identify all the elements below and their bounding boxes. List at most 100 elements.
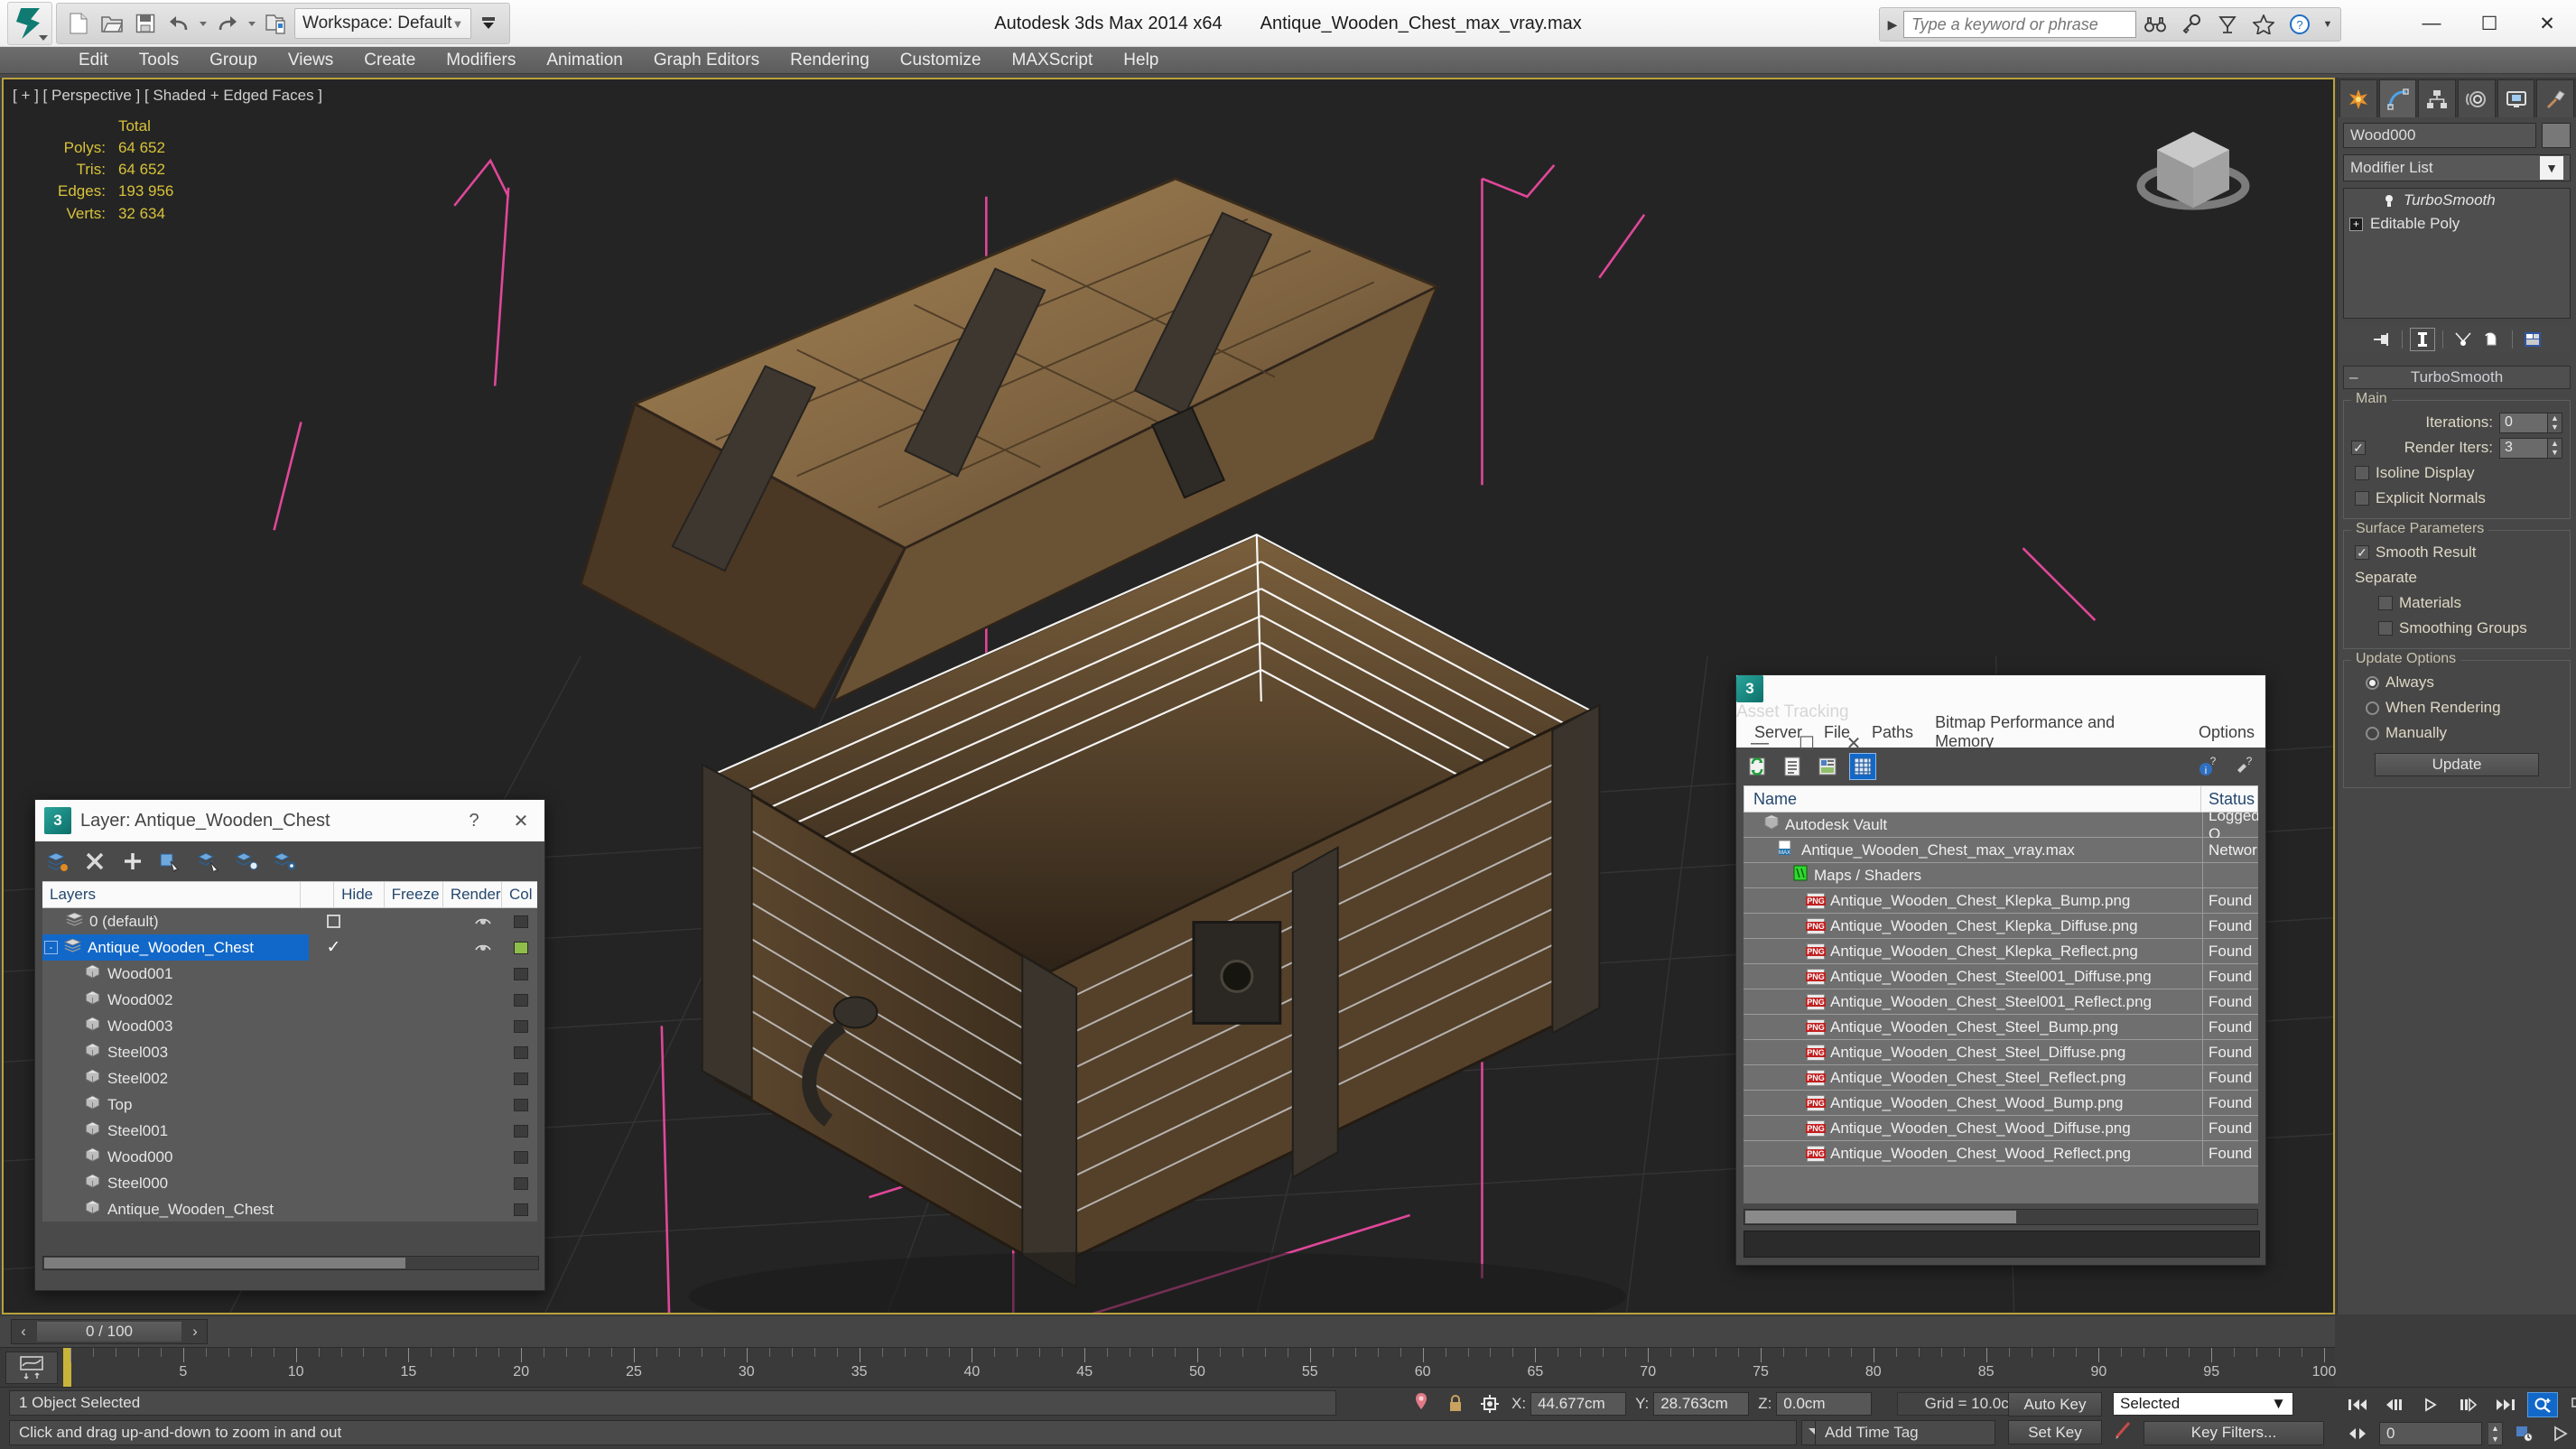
layer-color-swatch[interactable] [507,1065,535,1091]
smooth-result-row[interactable]: ✓ Smooth Result [2351,540,2562,565]
y-coordinate-value[interactable]: 28.763cm [1653,1392,1750,1416]
asset-row[interactable]: MAX Antique_Wooden_Chest_max_vray.max Netw… [1744,837,2258,863]
layer-freeze-cell[interactable] [408,961,458,987]
layer-render-cell[interactable] [458,1196,507,1221]
frame-ruler[interactable]: 5 10 15 20 25 30 35 40 45 50 55 60 65 70 75 80 85 90 95 100 [63,1348,2336,1388]
refresh-icon[interactable] [1744,753,1771,780]
object-name-field[interactable]: Wood000 [2343,123,2536,148]
menu-item-views[interactable]: Views [273,47,349,74]
new-file-icon[interactable] [63,8,94,39]
open-file-icon[interactable] [97,8,127,39]
asset-row[interactable]: PNG Antique_Wooden_Chest_Steel_Bump.png Fo… [1744,1014,2258,1040]
asset-name-cell[interactable]: MAX Antique_Wooden_Chest_max_vray.max [1744,840,2202,860]
viewport-label[interactable]: [ + ] [ Perspective ] [ Shaded + Edged F… [13,87,322,105]
layer-name-cell[interactable]: Wood000 [42,1144,309,1170]
workspace-selector[interactable]: Workspace: Default ▼ [294,8,472,39]
layer-name-cell[interactable]: Antique_Wooden_Chest [42,1196,309,1221]
layer-close-button[interactable]: ✕ [498,800,544,841]
layer-select-cell[interactable] [309,1118,358,1144]
layer-name-cell[interactable]: Steel000 [42,1170,309,1196]
layer-select-cell[interactable] [309,1144,358,1170]
asset-row[interactable]: PNG Antique_Wooden_Chest_Wood_Bump.png Fou… [1744,1090,2258,1116]
search-expand-icon[interactable]: ▶ [1883,17,1902,33]
column-freeze[interactable]: Freeze [385,882,443,907]
next-frame-arrow-icon[interactable]: › [183,1323,207,1341]
render-iters-value[interactable]: 3 [2499,437,2548,459]
lock-icon[interactable] [1443,1391,1468,1416]
chevron-down-icon[interactable]: ▼ [2540,156,2563,180]
help-new-icon[interactable]: i? [2195,753,2222,780]
menu-item-tools[interactable]: Tools [124,47,194,74]
layer-freeze-cell[interactable] [408,908,458,934]
utilities-tab[interactable] [2536,79,2575,117]
menu-item-edit[interactable]: Edit [63,47,124,74]
layer-color-swatch[interactable] [507,1039,535,1065]
layer-row[interactable]: 0 (default) [42,908,537,934]
asset-row[interactable]: PNG Antique_Wooden_Chest_Wood_Diffuse.png… [1744,1115,2258,1141]
layer-render-cell[interactable] [458,1065,507,1091]
render-iters-spinner[interactable]: 3 ▲ ▼ [2499,437,2562,459]
stack-item-turbosmooth[interactable]: TurboSmooth [2344,189,2570,212]
layer-row[interactable]: Top [42,1091,537,1118]
layer-hide-cell[interactable] [358,1170,408,1196]
menu-item-graph-editors[interactable]: Graph Editors [638,47,775,74]
asset-name-cell[interactable]: PNG Antique_Wooden_Chest_Steel_Diffuse.pn… [1744,1044,2202,1062]
layer-name-cell[interactable]: Steel003 [42,1039,309,1065]
smooth-result-checkbox[interactable]: ✓ [2355,545,2369,560]
workspace-more-button[interactable] [474,8,503,39]
layer-render-cell[interactable] [458,1091,507,1118]
layer-horizontal-scrollbar[interactable] [42,1256,539,1270]
layer-color-swatch[interactable] [507,987,535,1013]
layer-freeze-cell[interactable] [408,1065,458,1091]
menu-item-group[interactable]: Group [194,47,273,74]
asset-row[interactable]: PNG Antique_Wooden_Chest_Steel_Reflect.pn… [1744,1064,2258,1091]
detail-view-icon[interactable] [1814,753,1841,780]
set-key-button[interactable]: Set Key [2008,1420,2102,1444]
smoothing-groups-checkbox[interactable] [2378,621,2393,636]
layer-row[interactable]: - Antique_Wooden_Chest ✓ [42,934,537,961]
asset-name-cell[interactable]: PNG Antique_Wooden_Chest_Klepka_Reflect.p… [1744,943,2202,961]
track-bar[interactable]: 5 10 15 20 25 30 35 40 45 50 55 60 65 70 75 80 85 90 95 100 [0,1347,2336,1388]
layer-freeze-cell[interactable] [408,1118,458,1144]
asset-row[interactable]: PNG Antique_Wooden_Chest_Steel_Diffuse.pn… [1744,1039,2258,1065]
search-input[interactable] [1903,11,2136,38]
chevron-down-icon[interactable]: ▼ [2271,1395,2286,1413]
radio-icon[interactable] [2366,726,2379,740]
layer-help-button[interactable]: ? [451,800,498,841]
explicit-normals-row[interactable]: Explicit Normals [2351,486,2562,511]
layer-render-cell[interactable] [458,1170,507,1196]
previous-frame-arrow-icon[interactable]: ‹ [12,1323,35,1341]
time-config-icon[interactable] [2509,1421,2540,1446]
x-coordinate[interactable]: X: 44.677cm [1511,1392,1627,1416]
asset-name-cell[interactable]: PNG Antique_Wooden_Chest_Wood_Bump.png [1744,1094,2202,1112]
layer-select-cell[interactable] [309,1039,358,1065]
layer-render-cell[interactable] [458,1118,507,1144]
highlight-selected-objects-icon[interactable] [234,849,259,874]
time-slider[interactable]: ‹ 0 / 100 › [0,1316,2335,1347]
update-option-when-rendering[interactable]: When Rendering [2351,695,2562,720]
iterations-spinner[interactable]: 0 ▲ ▼ [2499,412,2562,433]
asset-row[interactable]: PNG Antique_Wooden_Chest_Wood_Reflect.png… [1744,1140,2258,1166]
layer-list[interactable]: 0 (default) - Antique_Wooden_Chest ✓ Wood001… [42,908,537,1221]
layer-hide-cell[interactable] [358,1013,408,1039]
show-end-result-icon[interactable] [2409,328,2435,351]
go-to-end-icon[interactable] [2490,1392,2521,1417]
layer-name-cell[interactable]: Steel002 [42,1065,309,1091]
layer-render-cell[interactable] [458,1013,507,1039]
asset-list[interactable]: Autodesk Vault Logged O MAX Antique_Wooden_… [1744,813,2258,1203]
collapse-icon[interactable]: - [44,941,58,954]
layer-render-cell[interactable] [458,1039,507,1065]
layer-select-cell[interactable] [309,1013,358,1039]
y-coordinate[interactable]: Y: 28.763cm [1635,1392,1750,1416]
layer-freeze-cell[interactable] [408,1196,458,1221]
current-frame-field[interactable]: 0 [2379,1422,2482,1445]
layer-name-cell[interactable]: Top [42,1091,309,1118]
spinner-arrows-icon[interactable]: ▲ ▼ [2548,437,2562,459]
layer-color-swatch[interactable] [507,934,535,961]
key-icon[interactable] [2174,10,2209,39]
layer-color-swatch[interactable] [507,1091,535,1118]
object-color-swatch[interactable] [2542,123,2571,148]
asset-name-cell[interactable]: PNG Antique_Wooden_Chest_Steel001_Diffuse… [1744,968,2202,986]
layer-hide-cell[interactable] [358,1144,408,1170]
redo-dropdown-icon[interactable] [248,21,256,26]
